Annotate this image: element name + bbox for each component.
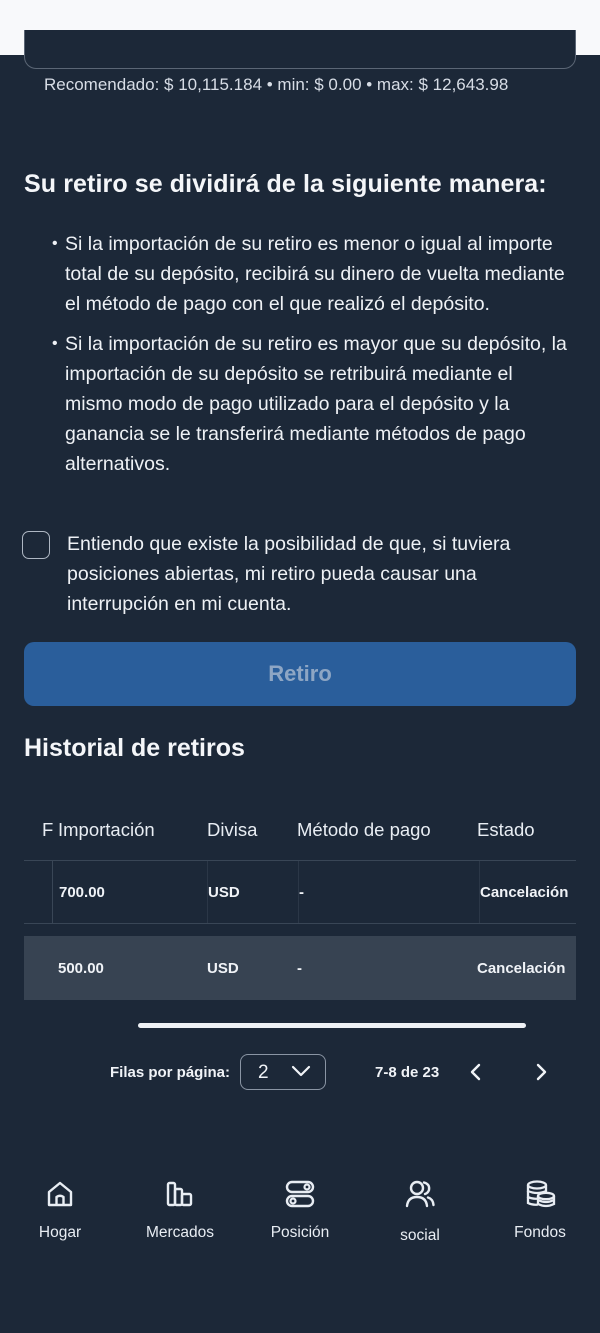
nav-item-funds[interactable]: Fondos: [480, 1160, 600, 1242]
page-range: 7-8 de 23: [375, 1064, 440, 1081]
coins-icon: [526, 1180, 556, 1208]
cell-status: Cancelación: [479, 861, 576, 923]
cell-method: -: [297, 959, 302, 977]
bullet-dot: •: [52, 235, 58, 252]
bottom-navigation: Hogar Mercados Posición social Fondos: [0, 1160, 600, 1260]
toggles-icon: [285, 1180, 315, 1208]
nav-item-social[interactable]: social: [360, 1160, 480, 1245]
cell-amount: 700.00: [52, 861, 207, 923]
nav-label: Hogar: [38, 1224, 82, 1241]
chevron-right-icon[interactable]: [531, 1062, 551, 1082]
split-section-title: Su retiro se dividirá de la siguiente ma…: [24, 170, 547, 198]
bullet-text: Si la importación de su retiro es mayor …: [65, 333, 567, 475]
nav-label: social: [400, 1227, 440, 1244]
home-icon: [47, 1181, 73, 1207]
amount-input[interactable]: [24, 30, 576, 69]
cell-currency: USD: [207, 861, 298, 923]
bar-chart-icon: [166, 1181, 193, 1207]
list-item: • Si la importación de su retiro es meno…: [52, 229, 572, 319]
withdraw-button[interactable]: Retiro: [24, 642, 576, 706]
column-header-date[interactable]: F: [24, 800, 53, 860]
column-header-status[interactable]: Estado: [477, 800, 576, 860]
pagination-bar: Filas por página: 2 7-8 de 23: [0, 1054, 600, 1092]
column-header-method[interactable]: Método de pago: [297, 800, 477, 860]
nav-label: Mercados: [145, 1224, 215, 1241]
table-row[interactable]: 700.00 USD - Cancelación: [24, 861, 576, 924]
acknowledge-checkbox[interactable]: [22, 531, 50, 559]
nav-item-home[interactable]: Hogar: [0, 1160, 120, 1242]
history-table: F Importación Divisa Método de pago Esta…: [24, 800, 576, 1000]
nav-label: Posición: [270, 1224, 330, 1241]
nav-item-position[interactable]: Posición: [240, 1160, 360, 1242]
column-header-amount[interactable]: Importación: [52, 800, 207, 860]
column-header-currency[interactable]: Divisa: [207, 800, 297, 860]
table-row[interactable]: 500.00 USD - Cancelación: [24, 936, 576, 1000]
amount-hint: Recomendado: $ 10,115.184 • min: $ 0.00 …: [44, 75, 509, 94]
rows-per-page-value: 2: [258, 1062, 269, 1083]
users-icon: [405, 1180, 435, 1208]
bullet-text: Si la importación de su retiro es menor …: [65, 233, 565, 315]
split-bullet-list: • Si la importación de su retiro es meno…: [52, 229, 572, 489]
rows-per-page-select[interactable]: 2: [240, 1054, 326, 1090]
cell-date: [24, 936, 52, 1000]
acknowledge-row: Entiendo que existe la posibilidad de qu…: [22, 529, 577, 619]
list-item: • Si la importación de su retiro es mayo…: [52, 329, 572, 479]
chevron-left-icon[interactable]: [466, 1062, 486, 1082]
cell-currency: USD: [207, 959, 239, 977]
chevron-down-icon: [291, 1065, 311, 1077]
nav-item-markets[interactable]: Mercados: [120, 1160, 240, 1242]
acknowledge-label[interactable]: Entiendo que existe la posibilidad de qu…: [67, 529, 537, 619]
table-header: F Importación Divisa Método de pago Esta…: [24, 800, 576, 861]
nav-label: Fondos: [514, 1224, 566, 1241]
table-horizontal-scrollbar[interactable]: [138, 1023, 526, 1028]
cell-date: [24, 861, 52, 923]
cell-method: -: [298, 861, 479, 923]
cell-status: Cancelación: [477, 959, 566, 977]
bullet-dot: •: [52, 335, 58, 352]
cell-amount: 500.00: [58, 959, 104, 977]
history-title: Historial de retiros: [24, 734, 245, 762]
rows-per-page-label: Filas por página:: [110, 1064, 231, 1081]
